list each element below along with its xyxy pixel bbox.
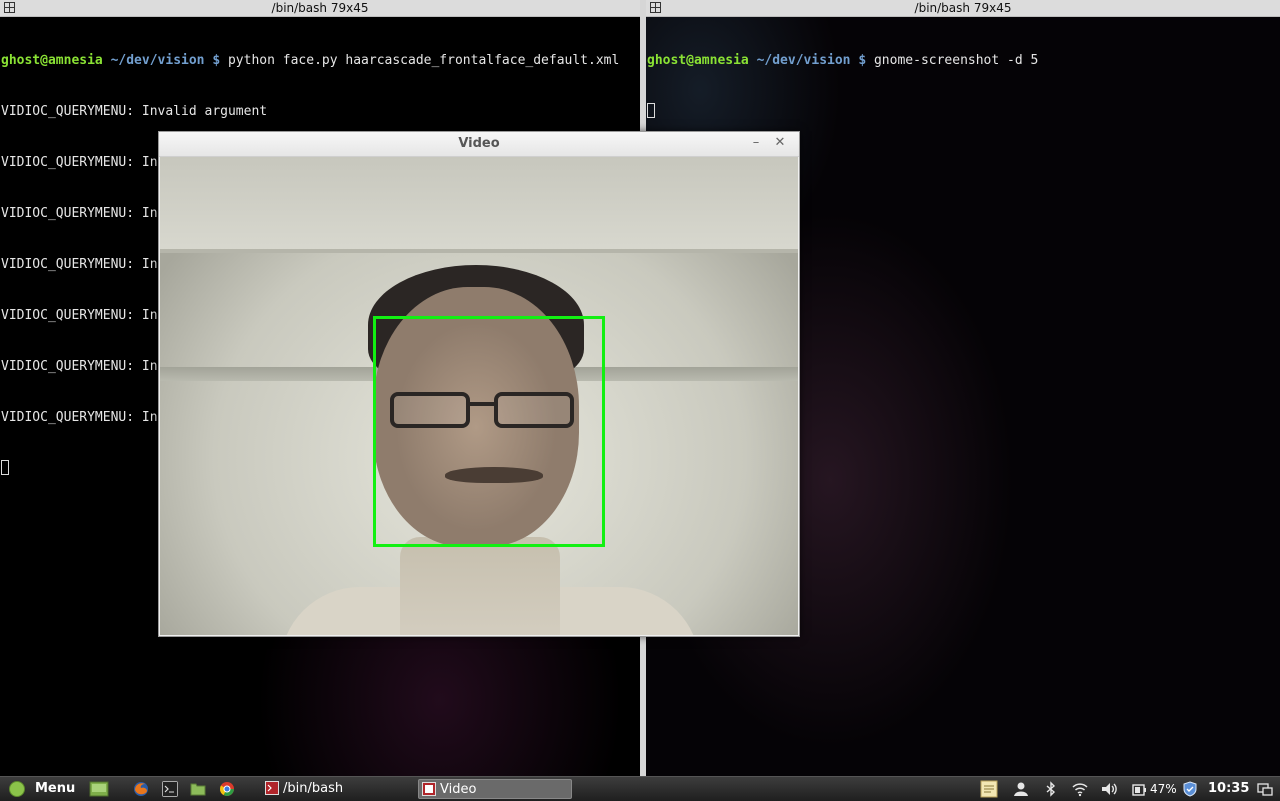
terminal-cursor: [1, 460, 9, 475]
chrome-icon[interactable]: [219, 781, 235, 797]
terminal-menu-icon[interactable]: [4, 2, 15, 13]
minimize-button[interactable]: –: [747, 132, 765, 156]
bluetooth-icon[interactable]: [1043, 781, 1059, 797]
webcam-ceiling-edge: [160, 249, 798, 253]
terminal-task-icon: [265, 781, 279, 795]
terminal-left-title: /bin/bash 79x45: [271, 1, 369, 15]
prompt-user: ghost@amnesia: [647, 53, 749, 68]
wifi-icon[interactable]: [1072, 781, 1088, 797]
video-task-icon: [422, 782, 436, 796]
prompt-path: ~/dev/vision $: [102, 53, 228, 68]
terminal-command: gnome-screenshot -d 5: [873, 53, 1039, 68]
taskbar-item-label: Video: [440, 782, 477, 797]
webcam-person-neck: [400, 537, 560, 635]
terminal-cursor: [647, 103, 655, 118]
volume-icon[interactable]: [1101, 781, 1119, 797]
mint-logo-icon: [9, 781, 25, 797]
close-button[interactable]: ✕: [771, 132, 789, 156]
taskbar-item-video[interactable]: Video: [418, 779, 572, 799]
update-shield-icon[interactable]: [1182, 781, 1198, 797]
firefox-icon[interactable]: [133, 781, 149, 797]
terminal-command: python face.py haarcascade_frontalface_d…: [227, 53, 620, 68]
menu-button-label: Menu: [35, 781, 76, 796]
terminal-right-title: /bin/bash 79x45: [914, 1, 1012, 15]
face-detection-box: [373, 316, 605, 547]
terminal-menu-icon[interactable]: [650, 2, 661, 13]
terminal-launcher-icon[interactable]: [162, 781, 178, 797]
clock[interactable]: 10:35: [1208, 777, 1249, 801]
video-window[interactable]: Video – ✕: [158, 131, 800, 637]
terminal-right-titlebar[interactable]: /bin/bash 79x45: [646, 0, 1280, 17]
menu-button[interactable]: Menu: [6, 777, 76, 801]
terminal-cursor-line: [647, 103, 1280, 120]
show-desktop-icon[interactable]: [89, 781, 109, 797]
battery-percentage: 47%: [1150, 782, 1177, 796]
webcam-ceiling: [160, 157, 798, 252]
notes-icon[interactable]: [979, 780, 999, 798]
user-icon[interactable]: [1013, 781, 1029, 797]
files-icon[interactable]: [190, 781, 206, 797]
terminal-prompt-line: ghost@amnesia ~/dev/vision $ gnome-scree…: [647, 52, 1280, 69]
taskbar-item-label: /bin/bash: [283, 781, 344, 796]
workspace-switcher-icon[interactable]: [1257, 781, 1273, 797]
video-window-titlebar[interactable]: Video – ✕: [159, 132, 799, 157]
terminal-prompt-line: ghost@amnesia ~/dev/vision $ python face…: [1, 52, 640, 69]
battery-icon[interactable]: [1132, 781, 1148, 797]
prompt-user: ghost@amnesia: [1, 53, 103, 68]
taskbar: Menu /bin/bash Video 47% 10:35: [0, 776, 1280, 801]
prompt-path: ~/dev/vision $: [748, 53, 874, 68]
terminal-output-line: VIDIOC_QUERYMENU: Invalid argument: [1, 104, 268, 119]
webcam-frame: [160, 157, 798, 635]
taskbar-item-bash[interactable]: /bin/bash: [262, 779, 412, 799]
terminal-left-titlebar[interactable]: /bin/bash 79x45: [0, 0, 640, 17]
video-window-title: Video: [458, 136, 500, 151]
